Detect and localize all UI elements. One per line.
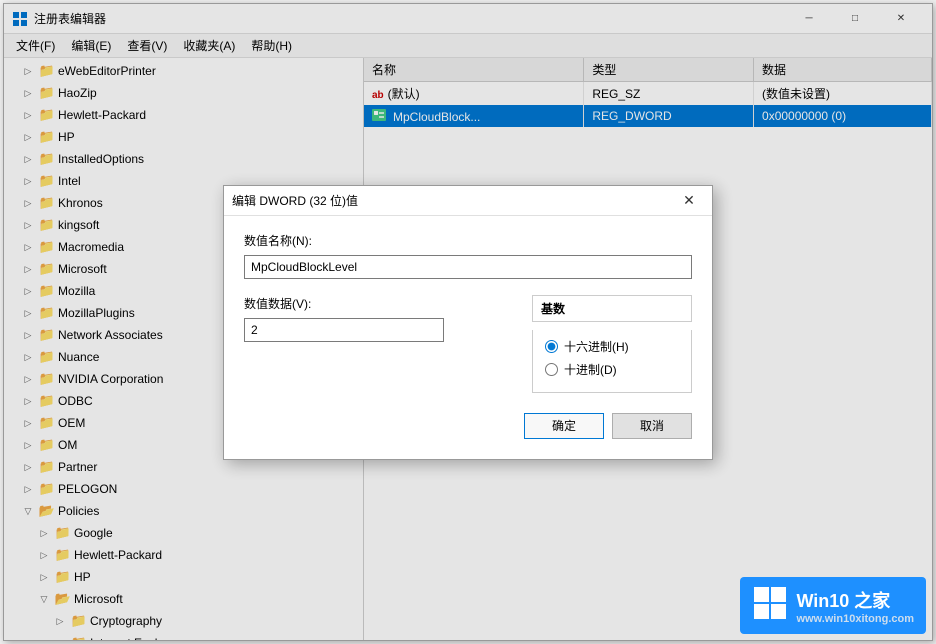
- radio-group: 十六进制(H) 十进制(D): [532, 330, 692, 393]
- watermark-main: Win10 之家: [796, 587, 914, 613]
- data-label: 数值数据(V):: [244, 295, 512, 312]
- watermark-text-group: Win10 之家 www.win10xitong.com: [796, 587, 914, 625]
- watermark-logo: [752, 585, 788, 626]
- ok-button[interactable]: 确定: [524, 413, 604, 439]
- dialog-row: 数值数据(V): 基数 十六进制(H) 十进制(D): [244, 295, 692, 393]
- dialog-close-button[interactable]: ✕: [674, 186, 704, 214]
- dialog-title: 编辑 DWORD (32 位)值: [232, 192, 674, 209]
- radio-dec-label: 十进制(D): [564, 361, 617, 378]
- main-window: 注册表编辑器 ─ □ ✕ 文件(F) 编辑(E) 查看(V) 收藏夹(A) 帮助…: [3, 3, 933, 641]
- value-input[interactable]: [244, 318, 444, 342]
- name-label: 数值名称(N):: [244, 232, 692, 249]
- watermark-sub: www.win10xitong.com: [796, 613, 914, 625]
- value-section: 数值数据(V):: [244, 295, 512, 342]
- cancel-button[interactable]: 取消: [612, 413, 692, 439]
- edit-dword-dialog: 编辑 DWORD (32 位)值 ✕ 数值名称(N): 数值数据(V): 基数: [223, 185, 713, 460]
- dialog-buttons: 确定 取消: [244, 413, 692, 439]
- watermark: Win10 之家 www.win10xitong.com: [740, 577, 926, 634]
- dialog-body: 数值名称(N): 数值数据(V): 基数 十六进制(H): [224, 216, 712, 459]
- radio-dec-input[interactable]: [545, 363, 558, 376]
- dialog-overlay: 编辑 DWORD (32 位)值 ✕ 数值名称(N): 数值数据(V): 基数: [4, 4, 932, 640]
- radio-hex-label: 十六进制(H): [564, 338, 629, 355]
- base-section: 基数 十六进制(H) 十进制(D): [532, 295, 692, 393]
- dialog-titlebar: 编辑 DWORD (32 位)值 ✕: [224, 186, 712, 216]
- name-input[interactable]: [244, 255, 692, 279]
- radio-hex[interactable]: 十六进制(H): [545, 338, 679, 355]
- radio-hex-input[interactable]: [545, 340, 558, 353]
- base-title: 基数: [532, 295, 692, 322]
- radio-dec[interactable]: 十进制(D): [545, 361, 679, 378]
